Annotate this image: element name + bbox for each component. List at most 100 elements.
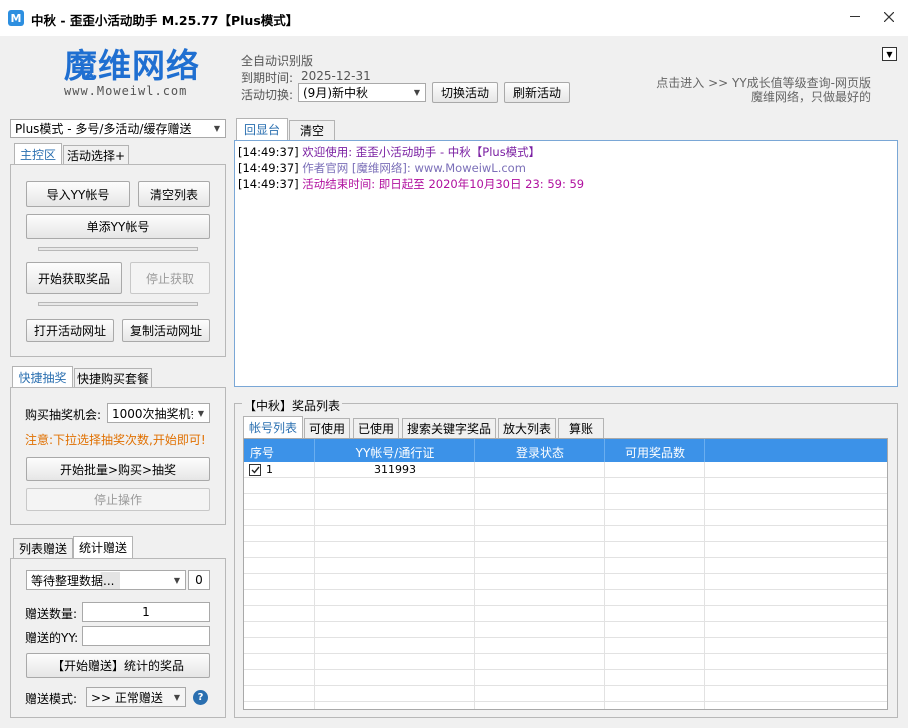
- batch-buy-lottery-button[interactable]: 开始批量>购买>抽奖: [26, 457, 210, 481]
- gift-mode-value: >> 正常赠送: [91, 690, 163, 705]
- tab-enlarge-list[interactable]: 放大列表: [498, 418, 556, 438]
- empty-row: [244, 590, 887, 606]
- switch-activity-button[interactable]: 切换活动: [432, 82, 498, 103]
- tab-quick-package[interactable]: 快捷购买套餐: [74, 368, 152, 388]
- column-header-count[interactable]: 可用奖品数: [606, 444, 704, 461]
- logo-text: 魔维网络: [64, 46, 200, 85]
- clear-list-button[interactable]: 清空列表: [138, 181, 210, 207]
- activity-label: 活动切换:: [241, 88, 294, 102]
- empty-row: [244, 478, 887, 494]
- logo-url: www.Moweiwl.com: [64, 84, 188, 98]
- open-activity-url-button[interactable]: 打开活动网址: [26, 319, 114, 342]
- logo: 魔维网络 www.Moweiwl.com: [64, 48, 234, 102]
- start-gift-button[interactable]: 【开始赠送】统计的奖品: [26, 653, 210, 678]
- tab-stat-gift[interactable]: 统计赠送: [73, 536, 133, 558]
- buy-chances-select[interactable]: 1000次抽奖机会 ▼: [107, 403, 210, 423]
- empty-row: [244, 654, 887, 670]
- help-icon[interactable]: ?: [193, 690, 208, 705]
- chevron-down-icon: ▼: [193, 404, 209, 422]
- empty-row: [244, 558, 887, 574]
- log-time: [14:49:37]: [238, 145, 299, 159]
- empty-row: [244, 638, 887, 654]
- tab-usable[interactable]: 可使用: [304, 418, 350, 438]
- gift-mode-select[interactable]: >> 正常赠送 ▼: [86, 687, 186, 707]
- copy-activity-url-button[interactable]: 复制活动网址: [122, 319, 210, 342]
- empty-row: [244, 622, 887, 638]
- pending-data-select[interactable]: 等待整理数据... ▼: [26, 570, 186, 590]
- gift-target-label: 赠送的YY:: [25, 631, 79, 645]
- title-bar: M 中秋 - 歪歪小活动助手 M.25.77【Plus模式】: [0, 0, 908, 36]
- console-log: [14:49:37] 欢迎使用: 歪歪小活动助手 - 中秋【Plus模式】 [1…: [234, 140, 898, 387]
- chevron-down-icon: ▼: [169, 571, 185, 589]
- column-header-status[interactable]: 登录状态: [476, 444, 604, 461]
- tab-account-list[interactable]: 帐号列表: [243, 416, 303, 438]
- minimize-icon[interactable]: [846, 8, 864, 26]
- account-table: 序号 YY帐号/通行证 登录状态 可用奖品数 1 311993: [243, 438, 888, 710]
- import-yy-button[interactable]: 导入YY帐号: [26, 181, 130, 207]
- menu-dropdown-icon[interactable]: ▼: [882, 47, 897, 61]
- gift-qty-input[interactable]: 1: [82, 602, 210, 622]
- gift-qty-label: 赠送数量:: [25, 607, 78, 621]
- start-fetch-button[interactable]: 开始获取奖品: [26, 262, 122, 294]
- log-text: 作者官网 [魔维网络]: www.MoweiwL.com: [302, 161, 526, 175]
- gift-target-input[interactable]: [82, 626, 210, 646]
- slogan: 魔维网络，只做最好的: [750, 90, 871, 104]
- log-line: [14:49:37] 活动结束时间: 即日起至 2020年10月30日 23: …: [238, 176, 894, 192]
- add-single-yy-button[interactable]: 单添YY帐号: [26, 214, 210, 239]
- activity-value: (9月)新中秋: [303, 86, 368, 100]
- expire-label: 到期时间:: [241, 71, 294, 85]
- empty-row: [244, 542, 887, 558]
- empty-row: [244, 670, 887, 686]
- app-icon: M: [8, 10, 24, 26]
- expire-date: 2025-12-31: [301, 69, 371, 83]
- prize-section-title: 【中秋】奖品列表: [242, 397, 343, 414]
- tab-search-keyword[interactable]: 搜索关键字奖品: [402, 418, 496, 438]
- mode-select[interactable]: Plus模式 - 多号/多活动/缓存赠送 ▼: [10, 119, 226, 138]
- close-icon[interactable]: [880, 8, 898, 26]
- mode-value: Plus模式 - 多号/多活动/缓存赠送: [15, 122, 192, 136]
- log-text: 活动结束时间: 即日起至 2020年10月30日 23: 59: 59: [302, 177, 585, 191]
- tab-quick-lottery[interactable]: 快捷抽奖: [12, 366, 73, 388]
- lottery-notice: 注意:下拉选择抽奖次数,开始即可!: [25, 433, 206, 447]
- tab-activity-select[interactable]: 活动选择+: [63, 145, 129, 165]
- empty-row: [244, 686, 887, 702]
- tab-accounting[interactable]: 算账: [558, 418, 604, 438]
- activity-select[interactable]: (9月)新中秋 ▼: [298, 83, 426, 102]
- log-line: [14:49:37] 作者官网 [魔维网络]: www.MoweiwL.com: [238, 160, 894, 176]
- chevron-down-icon: ▼: [209, 120, 225, 137]
- tab-clear-console[interactable]: 清空: [289, 120, 335, 140]
- log-time: [14:49:37]: [238, 161, 299, 175]
- window-title: 中秋 - 歪歪小活动助手 M.25.77【Plus模式】: [31, 13, 299, 28]
- column-header-account[interactable]: YY帐号/通行证: [316, 444, 474, 461]
- tab-console[interactable]: 回显台: [236, 118, 288, 140]
- pending-data-value: 等待整理数据...: [31, 571, 121, 589]
- empty-row: [244, 606, 887, 622]
- empty-row: [244, 494, 887, 510]
- chevron-down-icon: ▼: [409, 84, 425, 101]
- tab-control-area[interactable]: 主控区: [14, 143, 62, 165]
- stop-operation-button[interactable]: 停止操作: [26, 488, 210, 511]
- refresh-activity-button[interactable]: 刷新活动: [504, 82, 570, 103]
- progress-bar: [38, 302, 198, 306]
- tab-used[interactable]: 已使用: [353, 418, 399, 438]
- buy-chances-value: 1000次抽奖机会: [112, 406, 203, 421]
- buy-chances-label: 购买抽奖机会:: [25, 408, 102, 422]
- stop-fetch-button[interactable]: 停止获取: [130, 262, 210, 294]
- empty-row: [244, 510, 887, 526]
- column-divider: [704, 439, 705, 462]
- log-time: [14:49:37]: [238, 177, 299, 191]
- table-row[interactable]: 1 311993: [244, 462, 887, 478]
- checkmark-icon: [251, 466, 260, 474]
- progress-bar: [38, 247, 198, 251]
- column-divider: [314, 439, 315, 462]
- row-account: 311993: [374, 463, 416, 476]
- tab-list-gift[interactable]: 列表赠送: [13, 538, 73, 558]
- row-checkbox[interactable]: [249, 464, 261, 476]
- log-text: 欢迎使用: 歪歪小活动助手 - 中秋【Plus模式】: [302, 145, 541, 159]
- table-body: 1 311993: [244, 462, 887, 709]
- column-header-index[interactable]: 序号: [250, 444, 274, 461]
- gift-mode-label: 赠送模式:: [25, 692, 78, 706]
- empty-row: [244, 574, 887, 590]
- column-divider: [604, 439, 605, 462]
- empty-row: [244, 526, 887, 542]
